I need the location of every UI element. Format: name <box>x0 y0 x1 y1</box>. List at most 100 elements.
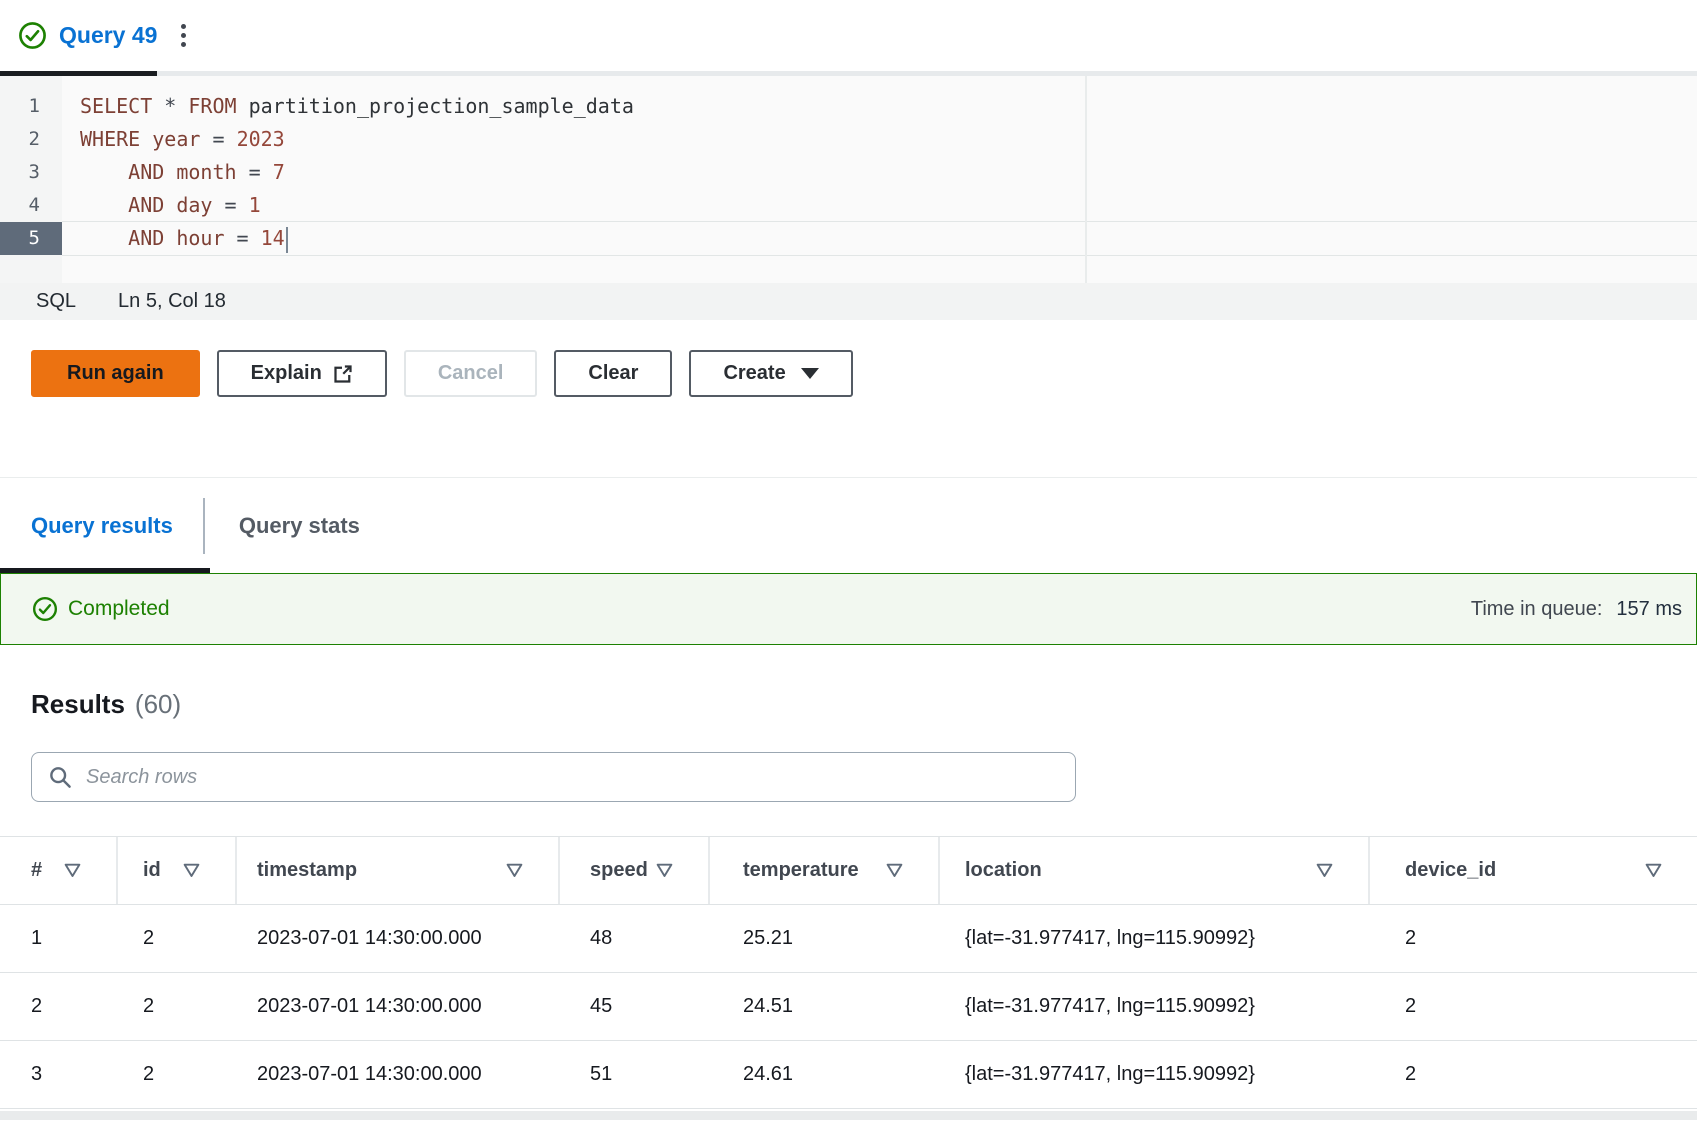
results-title: Results <box>31 689 125 720</box>
table-cell: 48 <box>560 927 710 950</box>
filter-triangle-icon[interactable] <box>656 863 673 878</box>
clear-label: Clear <box>588 362 638 385</box>
filter-triangle-icon[interactable] <box>1316 863 1333 878</box>
create-label: Create <box>723 362 785 385</box>
queue-time-value: 157 ms <box>1616 598 1682 621</box>
column-header-temperature[interactable]: temperature <box>710 837 940 904</box>
code-line: AND day = 1 <box>62 189 1697 222</box>
code-line: SELECT * FROM partition_projection_sampl… <box>62 90 1697 123</box>
text-cursor <box>286 227 288 253</box>
line-number: 1 <box>0 90 62 123</box>
status-banner: Completed Time in queue: 157 ms <box>0 573 1697 645</box>
run-again-label: Run again <box>67 362 164 385</box>
column-header-device_id[interactable]: device_id <box>1370 837 1697 904</box>
table-cell: 1 <box>0 927 118 950</box>
search-input[interactable] <box>84 765 1059 790</box>
column-header-speed[interactable]: speed <box>560 837 710 904</box>
filter-triangle-icon[interactable] <box>64 863 81 878</box>
column-header-timestamp[interactable]: timestamp <box>237 837 560 904</box>
table-cell: 2 <box>0 995 118 1018</box>
table-cell: 2 <box>118 927 237 950</box>
results-count: (60) <box>135 689 181 720</box>
table-cell: 51 <box>560 1063 710 1086</box>
results-heading: Results (60) <box>31 689 1697 720</box>
table-cell: 2 <box>118 1063 237 1086</box>
table-cell: {lat=-31.977417, lng=115.90992} <box>940 995 1370 1018</box>
table-cell: {lat=-31.977417, lng=115.90992} <box>940 1063 1370 1086</box>
filter-triangle-icon[interactable] <box>183 863 200 878</box>
table-cell: 2 <box>1370 927 1697 950</box>
table-row: 222023-07-01 14:30:00.0004524.51{lat=-31… <box>0 973 1697 1041</box>
editor-status-bar: SQL Ln 5, Col 18 <box>0 283 1697 320</box>
search-box <box>31 752 1076 802</box>
table-cell: 2 <box>1370 995 1697 1018</box>
caret-down-icon <box>801 368 819 379</box>
tab-query-results-label: Query results <box>31 513 173 539</box>
cancel-button[interactable]: Cancel <box>404 350 538 397</box>
code-line: AND month = 7 <box>62 156 1697 189</box>
table-cell: 3 <box>0 1063 118 1086</box>
query-actions-toolbar: Run again Explain Cancel Clear Create <box>31 350 1697 397</box>
kebab-menu-icon[interactable] <box>175 20 192 51</box>
cancel-label: Cancel <box>438 362 504 385</box>
table-cell: 2023-07-01 14:30:00.000 <box>237 995 560 1018</box>
banner-status-label: Completed <box>68 597 170 621</box>
column-header-id[interactable]: id <box>118 837 237 904</box>
sql-editor[interactable]: 12345 SELECT * FROM partition_projection… <box>0 76 1697 283</box>
code-line: WHERE year = 2023 <box>62 123 1697 156</box>
table-row: 322023-07-01 14:30:00.0005124.61{lat=-31… <box>0 1041 1697 1109</box>
banner-status: Completed <box>32 596 170 622</box>
column-label: device_id <box>1405 859 1496 882</box>
run-again-button[interactable]: Run again <box>31 350 200 397</box>
query-tab[interactable]: Query 49 <box>18 21 157 50</box>
query-tab-title: Query 49 <box>59 22 157 49</box>
column-label: id <box>143 859 161 882</box>
explain-label: Explain <box>251 362 322 385</box>
table-row: 122023-07-01 14:30:00.0004825.21{lat=-31… <box>0 905 1697 973</box>
table-cell: 2 <box>118 995 237 1018</box>
column-label: location <box>965 859 1042 882</box>
table-cell: 45 <box>560 995 710 1018</box>
table-cell: 2023-07-01 14:30:00.000 <box>237 1063 560 1086</box>
print-margin-line <box>1085 76 1087 283</box>
column-label: temperature <box>743 859 859 882</box>
table-cell: {lat=-31.977417, lng=115.90992} <box>940 927 1370 950</box>
line-number: 5 <box>0 222 62 255</box>
query-tab-bar: Query 49 <box>0 0 1697 71</box>
editor-code: SELECT * FROM partition_projection_sampl… <box>62 76 1697 283</box>
results-table-body: 122023-07-01 14:30:00.0004825.21{lat=-31… <box>0 905 1697 1109</box>
table-cell: 24.51 <box>710 995 940 1018</box>
filter-triangle-icon[interactable] <box>506 863 523 878</box>
column-header-location[interactable]: location <box>940 837 1370 904</box>
column-label: # <box>31 859 42 882</box>
cursor-position: Ln 5, Col 18 <box>118 290 226 313</box>
column-header-row-number[interactable]: # <box>0 837 118 904</box>
tab-query-stats[interactable]: Query stats <box>205 478 360 573</box>
explain-button[interactable]: Explain <box>217 350 387 397</box>
check-circle-icon <box>32 596 58 622</box>
horizontal-scrollbar[interactable] <box>0 1111 1697 1120</box>
line-number: 2 <box>0 123 62 156</box>
table-cell: 25.21 <box>710 927 940 950</box>
queue-time-label: Time in queue: <box>1471 598 1603 621</box>
table-cell: 2023-07-01 14:30:00.000 <box>237 927 560 950</box>
create-button[interactable]: Create <box>689 350 852 397</box>
table-cell: 2 <box>1370 1063 1697 1086</box>
column-label: timestamp <box>257 859 357 882</box>
filter-triangle-icon[interactable] <box>1645 863 1662 878</box>
results-tab-bar: Query results Query stats <box>0 477 1697 573</box>
external-link-icon <box>333 364 353 384</box>
results-table: # id timestamp speed temperature location devi… <box>0 836 1697 1109</box>
results-table-header: # id timestamp speed temperature location devi… <box>0 837 1697 905</box>
tab-query-results[interactable]: Query results <box>0 478 203 573</box>
table-cell: 24.61 <box>710 1063 940 1086</box>
line-number: 4 <box>0 189 62 222</box>
column-label: speed <box>590 859 648 882</box>
line-number: 3 <box>0 156 62 189</box>
active-results-tab-underline <box>0 568 210 573</box>
queue-time: Time in queue: 157 ms <box>1471 598 1682 621</box>
filter-triangle-icon[interactable] <box>886 863 903 878</box>
search-icon <box>48 765 72 789</box>
clear-button[interactable]: Clear <box>554 350 672 397</box>
editor-gutter: 12345 <box>0 76 62 283</box>
